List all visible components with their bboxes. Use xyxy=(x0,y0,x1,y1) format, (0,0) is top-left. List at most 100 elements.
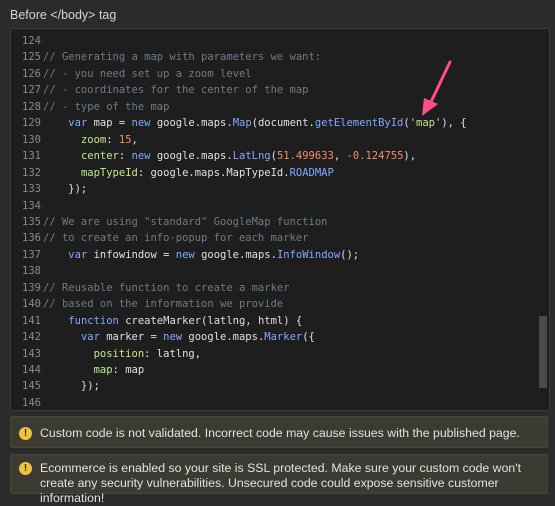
code-token: , xyxy=(333,150,347,163)
code-editor[interactable]: 124 125// Generating a map with parameter… xyxy=(10,28,550,411)
code-token: new xyxy=(131,150,151,163)
code-line: 129 var map = new google.maps.Map(docume… xyxy=(11,115,549,131)
code-text: mapTypeId: google.maps.MapTypeId.ROADMAP xyxy=(43,165,334,181)
code-text: var map = new google.maps.Map(document.g… xyxy=(43,115,466,131)
code-token: google.maps. xyxy=(150,150,233,163)
code-line: 141 function createMarker(latlng, html) … xyxy=(11,313,549,329)
line-number: 134 xyxy=(22,199,41,212)
code-token: (); xyxy=(340,248,360,261)
code-text: // - type of the map xyxy=(43,99,169,115)
line-number: 130 xyxy=(22,133,41,146)
code-token: map = xyxy=(87,117,132,130)
code-token: google.maps. xyxy=(194,248,277,261)
code-line: 143 position: latlng, xyxy=(11,346,549,362)
code-token: Marker xyxy=(264,331,303,344)
code-token: var xyxy=(68,248,88,261)
line-number: 146 xyxy=(22,396,41,409)
code-line: 134 xyxy=(11,198,549,214)
line-number: 125 xyxy=(22,51,41,64)
code-line: 133 }); xyxy=(11,181,549,197)
code-token: : xyxy=(106,133,119,146)
code-token: // Generating a map with parameters we w… xyxy=(43,51,322,64)
code-token: , xyxy=(131,133,138,146)
code-token: infowindow = xyxy=(87,248,176,261)
code-token: : xyxy=(118,150,132,163)
code-token: // to create an info-popup for each mark… xyxy=(43,232,309,245)
line-number: 131 xyxy=(22,150,41,163)
warning-icon: ! xyxy=(19,462,32,475)
code-line: 144 map: map xyxy=(11,362,549,378)
code-token: google.maps. xyxy=(150,117,233,130)
code-line: 142 var marker = new google.maps.Marker(… xyxy=(11,329,549,345)
code-text: function createMarker(latlng, html) { xyxy=(43,313,302,329)
code-token: // Reusable function to create a marker xyxy=(43,281,290,294)
code-text: var marker = new google.maps.Marker({ xyxy=(43,329,315,345)
line-number: 139 xyxy=(22,281,41,294)
code-token: marker = xyxy=(99,331,164,344)
code-text: // to create an info-popup for each mark… xyxy=(43,230,309,246)
code-line: 127// - coordinates for the center of th… xyxy=(11,82,549,98)
code-line: 137 var infowindow = new google.maps.Inf… xyxy=(11,247,549,263)
line-number: 124 xyxy=(22,35,41,47)
code-token: createMarker(latlng, html) { xyxy=(118,314,303,327)
code-token: InfoWindow xyxy=(276,248,341,261)
ssl-warning: ! Ecommerce is enabled so your site is S… xyxy=(10,454,548,505)
code-token: var xyxy=(80,331,100,344)
code-line: 125// Generating a map with parameters w… xyxy=(11,49,549,65)
line-number: 132 xyxy=(22,166,41,179)
code-token: mapTypeId xyxy=(80,166,138,179)
code-text: // We are using "standard" GoogleMap fun… xyxy=(43,214,327,230)
code-text: }); xyxy=(43,378,100,394)
code-token: // - you need set up a zoom level xyxy=(43,67,252,80)
code-token: LatLng xyxy=(232,150,271,163)
line-number: 135 xyxy=(22,215,41,228)
code-text: // Reusable function to create a marker xyxy=(43,280,290,296)
code-token: // based on the information we provide xyxy=(43,298,284,311)
line-number: 126 xyxy=(22,67,41,80)
code-text: zoom: 15, xyxy=(43,132,138,148)
code-token: }); xyxy=(43,380,100,393)
code-token: (document. xyxy=(251,117,315,130)
code-line: 146 xyxy=(11,395,549,410)
code-line: 140// based on the information we provid… xyxy=(11,296,549,312)
line-number: 128 xyxy=(22,100,41,113)
code-token: Map xyxy=(232,117,252,130)
code-text: position: latlng, xyxy=(43,346,201,362)
code-text: // Generating a map with parameters we w… xyxy=(43,49,321,65)
code-token: ), xyxy=(403,150,417,163)
code-token: // - coordinates for the center of the m… xyxy=(43,84,309,97)
code-token: ({ xyxy=(302,331,315,344)
code-line: 145 }); xyxy=(11,378,549,394)
arrow-annotation-icon xyxy=(422,60,452,116)
code-token: new xyxy=(175,248,195,261)
code-line: 138 xyxy=(11,263,549,279)
code-line: 139// Reusable function to create a mark… xyxy=(11,280,549,296)
code-token: map xyxy=(93,364,113,376)
code-text: // - coordinates for the center of the m… xyxy=(43,82,309,98)
code-token: 51.499633 xyxy=(276,150,334,163)
code-token: new xyxy=(131,117,151,130)
code-text: }); xyxy=(43,181,87,197)
notice-text: Ecommerce is enabled so your site is SSL… xyxy=(40,461,522,505)
code-token: getElementById xyxy=(314,117,404,130)
line-number: 144 xyxy=(22,364,41,376)
code-token: // - type of the map xyxy=(43,100,170,113)
code-token: : google.maps.MapTypeId. xyxy=(137,166,290,179)
line-number: 145 xyxy=(22,380,41,393)
code-token: zoom xyxy=(80,133,107,146)
line-number: 129 xyxy=(22,117,41,130)
code-token: var xyxy=(68,117,88,130)
code-text: center: new google.maps.LatLng(51.499633… xyxy=(43,148,416,164)
line-number: 140 xyxy=(22,298,41,311)
line-number: 136 xyxy=(22,232,41,245)
code-text: map: map xyxy=(43,362,145,378)
code-text: // based on the information we provide xyxy=(43,296,283,312)
validation-warning: ! Custom code is not validated. Incorrec… xyxy=(10,416,548,448)
code-token: 15 xyxy=(118,133,132,146)
